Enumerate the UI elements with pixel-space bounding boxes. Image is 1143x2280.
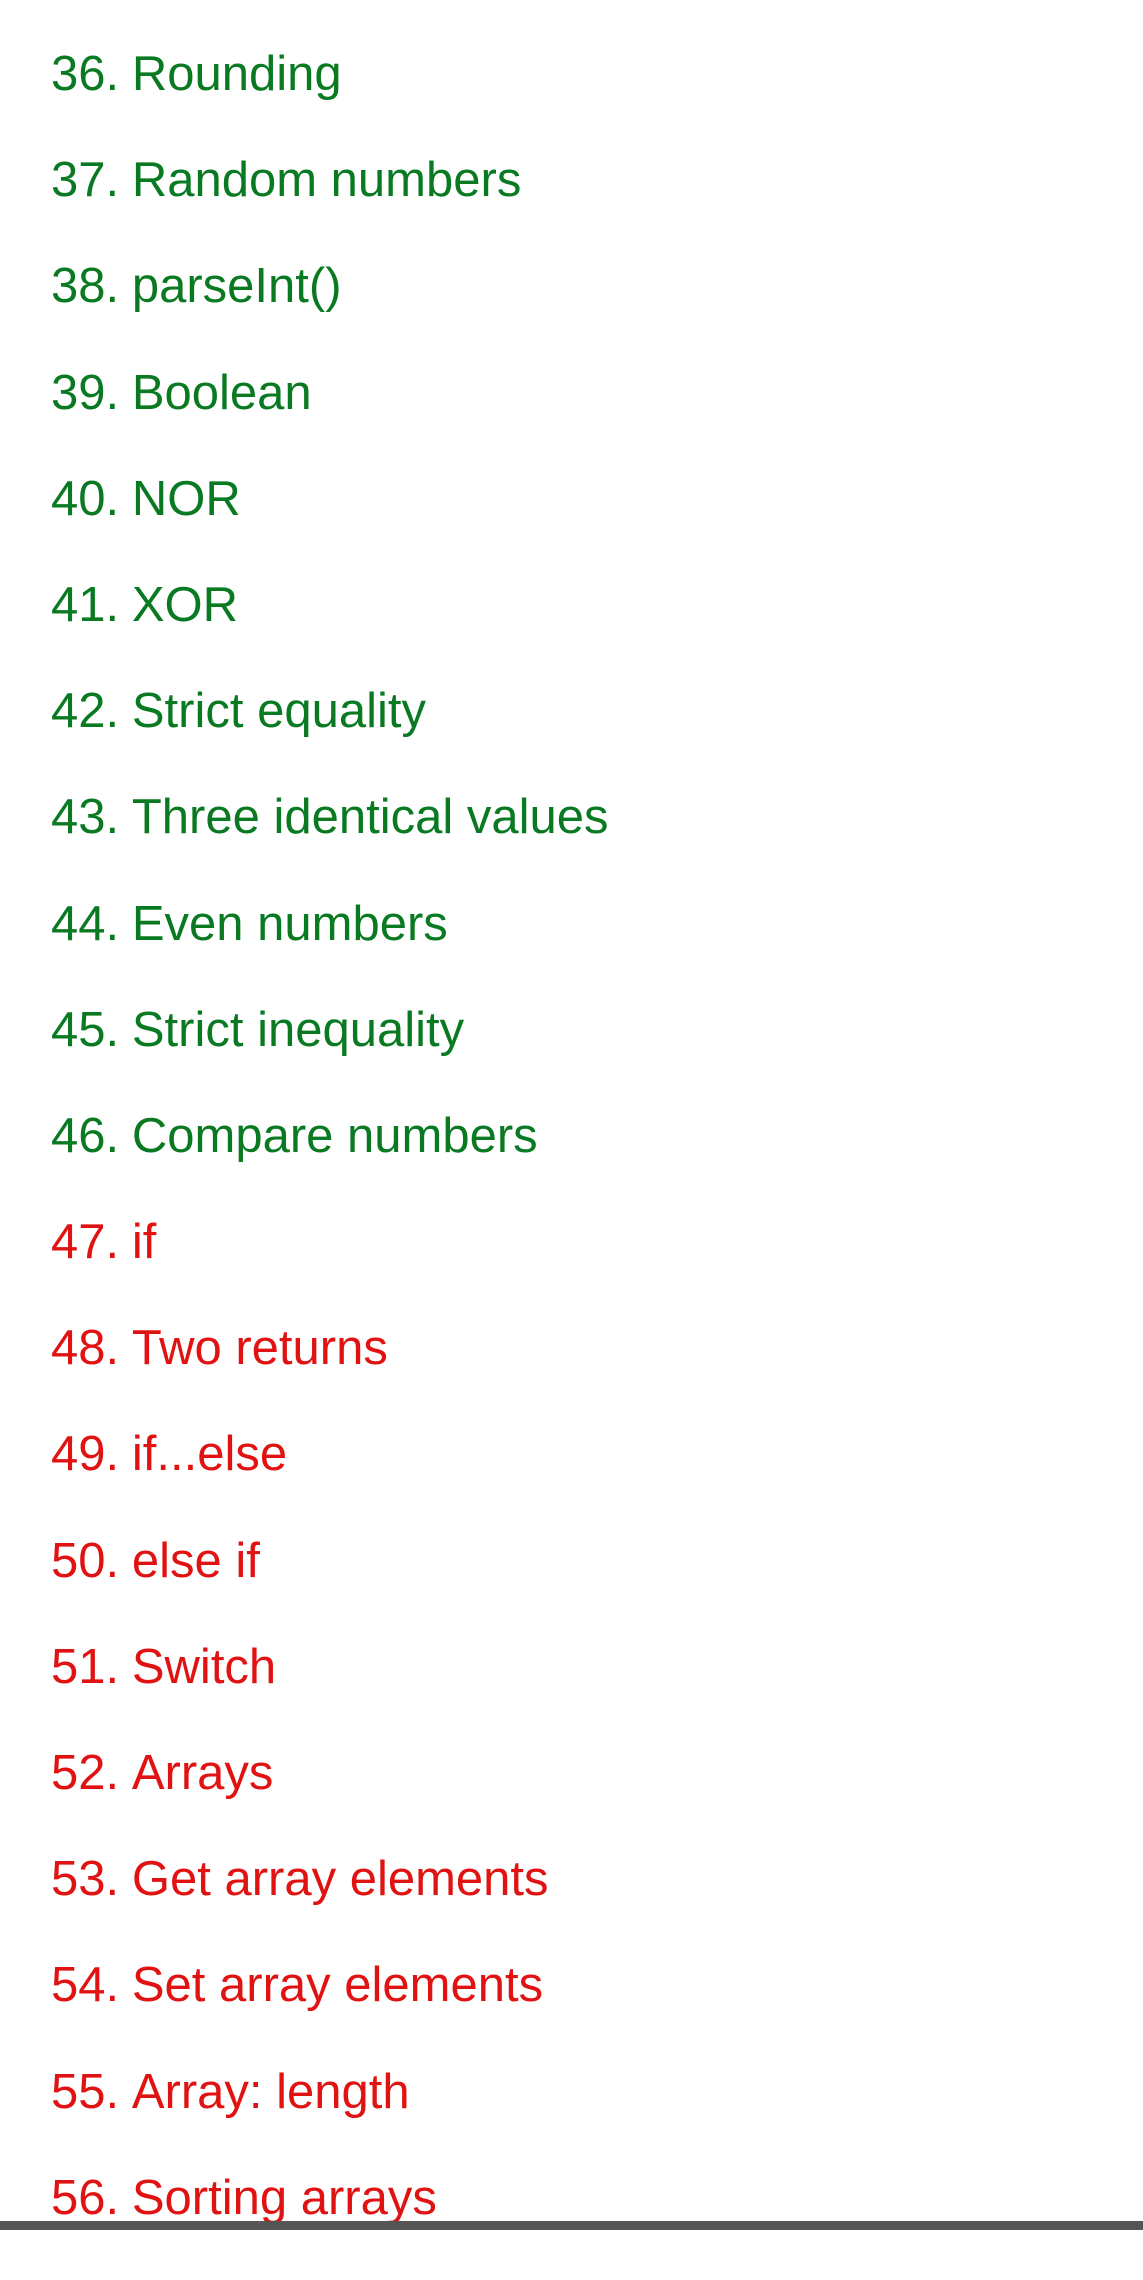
lesson-title: Get array elements — [131, 1852, 549, 1907]
lesson-number: 39. — [51, 365, 120, 420]
lesson-number: 56. — [51, 2170, 120, 2225]
lesson-number: 36. — [51, 47, 120, 101]
lesson-item[interactable]: 39. Boolean — [51, 365, 1111, 475]
lesson-title: Random numbers — [131, 153, 522, 208]
lesson-title: Arrays — [131, 1746, 274, 1800]
lesson-item[interactable]: 41. XOR — [51, 577, 1111, 687]
lesson-title: NOR — [131, 471, 241, 526]
lesson-title: Three identical values — [131, 790, 609, 845]
lesson-title: Strict equality — [131, 684, 426, 739]
lesson-item[interactable]: 36. Rounding — [51, 50, 1111, 156]
lesson-item[interactable]: 49. if...else — [51, 1430, 1111, 1536]
lesson-number: 51. — [51, 1639, 120, 1694]
lesson-number: 45. — [51, 1002, 120, 1057]
lesson-item[interactable]: 42. Strict equality — [51, 687, 1111, 793]
lesson-number: 49. — [51, 1427, 120, 1482]
lesson-item[interactable]: 48. Two returns — [51, 1324, 1111, 1430]
lesson-item[interactable]: 51. Switch — [51, 1639, 1111, 1749]
lesson-number: 37. — [51, 153, 120, 208]
lesson-item[interactable]: 50. else if — [51, 1533, 1111, 1643]
lesson-title: if — [131, 1215, 157, 1270]
lesson-list: 36. Rounding 37. Random numbers 38. parseIn… — [51, 50, 1111, 2280]
lesson-number: 38. — [51, 259, 120, 314]
lesson-title: parseInt() — [131, 259, 342, 314]
lesson-title: Set array elements — [131, 1958, 544, 2013]
lesson-number: 48. — [51, 1321, 120, 1376]
lesson-item[interactable]: 55. Array: length — [51, 2064, 1111, 2174]
lesson-title: Strict inequality — [131, 1002, 465, 1057]
lesson-title: Boolean — [131, 365, 312, 420]
lesson-number: 43. — [51, 790, 120, 845]
lesson-number: 44. — [51, 896, 120, 951]
lesson-title: Two returns — [131, 1321, 388, 1376]
lesson-title: if...else — [131, 1427, 288, 1482]
lesson-number: 50. — [51, 1533, 120, 1588]
lesson-item[interactable]: 54. Set array elements — [51, 1961, 1111, 2067]
lesson-number: 54. — [51, 1958, 120, 2013]
lesson-title: Switch — [131, 1639, 277, 1694]
lesson-item[interactable]: 52. Arrays — [51, 1749, 1111, 1855]
lesson-title: Compare numbers — [131, 1108, 538, 1163]
lesson-number: 55. — [51, 2064, 120, 2119]
lesson-item[interactable]: 37. Random numbers — [51, 156, 1111, 262]
lesson-number: 46. — [51, 1108, 120, 1163]
lesson-number: 40. — [51, 471, 120, 526]
lesson-title: else if — [131, 1533, 260, 1588]
bottom-bar — [0, 2221, 1143, 2230]
lesson-title: XOR — [131, 577, 239, 632]
lesson-number: 41. — [51, 577, 120, 632]
lesson-item[interactable]: 47. if — [51, 1218, 1111, 1324]
lesson-title: Sorting arrays — [131, 2170, 437, 2225]
lesson-item[interactable]: 53. Get array elements — [51, 1855, 1111, 1961]
lesson-item[interactable]: 44. Even numbers — [51, 896, 1111, 1006]
lesson-title: Rounding — [131, 47, 342, 101]
lesson-number: 42. — [51, 684, 120, 739]
lesson-item[interactable]: 45. Strict inequality — [51, 1002, 1111, 1112]
lesson-item[interactable]: 46. Compare numbers — [51, 1108, 1111, 1218]
lesson-number: 47. — [51, 1215, 120, 1270]
lesson-title: Even numbers — [131, 896, 448, 951]
lesson-item[interactable]: 40. NOR — [51, 471, 1111, 581]
lesson-number: 52. — [51, 1746, 120, 1800]
lesson-number: 53. — [51, 1852, 120, 1907]
lesson-item[interactable]: 38. parseInt() — [51, 262, 1111, 368]
lesson-title: Array: length — [131, 2064, 410, 2119]
lesson-item[interactable]: 43. Three identical values — [51, 793, 1111, 899]
